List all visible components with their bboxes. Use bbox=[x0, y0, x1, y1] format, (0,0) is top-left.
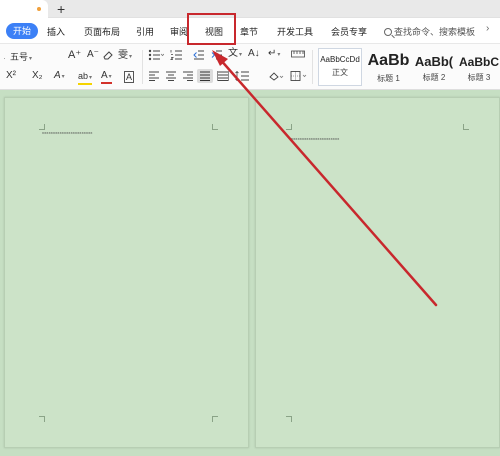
font-color-button[interactable]: A▾ bbox=[101, 71, 112, 84]
document-text[interactable]: xxxxxxxxxxxxxxxxxxxxxx bbox=[291, 136, 339, 141]
borders-icon bbox=[290, 71, 307, 81]
style-preview: AaBbC bbox=[458, 55, 499, 69]
highlight-button[interactable]: ab▾ bbox=[78, 71, 93, 85]
superscript-button[interactable]: X² bbox=[6, 71, 16, 81]
ribbon-separator bbox=[312, 50, 313, 84]
bullets-button[interactable] bbox=[148, 49, 165, 63]
clear-format-button[interactable] bbox=[102, 49, 114, 63]
corner-mark bbox=[286, 416, 292, 422]
style-name: 标题 3 bbox=[467, 73, 491, 82]
style-name: 标题 2 bbox=[422, 73, 446, 82]
highlight-label: ab bbox=[78, 71, 89, 81]
menu-references[interactable]: 引用 bbox=[136, 25, 154, 38]
wps-writer-window: + 开始 插入 页面布局 引用 审阅 视图 章节 开发工具 会员专享 查找命令、… bbox=[0, 0, 500, 456]
style-preview: AaBb bbox=[367, 52, 410, 69]
menu-member[interactable]: 会员专享 bbox=[331, 25, 367, 38]
subscript-button[interactable]: X₂ bbox=[32, 71, 43, 81]
chinese-layout-button[interactable]: 文▾ bbox=[228, 49, 242, 60]
shrink-font-button[interactable]: A⁻ bbox=[87, 50, 99, 60]
ribbon-separator bbox=[142, 50, 143, 84]
show-marks-button[interactable]: ↵▾ bbox=[268, 49, 280, 60]
show-marks-label: ↵ bbox=[268, 48, 277, 59]
new-tab-button[interactable]: + bbox=[57, 1, 65, 17]
align-center-button[interactable] bbox=[165, 71, 177, 83]
line-spacing-icon bbox=[235, 70, 249, 82]
menu-bar: 开始 插入 页面布局 引用 审阅 视图 章节 开发工具 会员专享 查找命令、搜索… bbox=[0, 18, 500, 44]
document-page-left[interactable]: xxxxxxxxxxxxxxxxxxxxxxx bbox=[4, 97, 249, 448]
phonetic-label: 雯 bbox=[118, 50, 128, 61]
eraser-icon bbox=[103, 51, 113, 60]
numbered-list-icon bbox=[170, 50, 182, 60]
unsaved-dot-icon bbox=[37, 7, 41, 11]
grow-font-button[interactable]: A⁺ bbox=[68, 50, 81, 61]
menu-developer-tools[interactable]: 开发工具 bbox=[277, 25, 313, 38]
align-right-button[interactable] bbox=[182, 71, 194, 83]
corner-mark bbox=[39, 416, 45, 422]
menu-more-button[interactable]: › bbox=[486, 23, 489, 34]
distribute-button[interactable] bbox=[217, 71, 229, 83]
ruler-icon bbox=[291, 50, 305, 58]
justify-button[interactable] bbox=[197, 69, 213, 83]
font-size-value: 五号 bbox=[10, 52, 29, 62]
document-text[interactable]: xxxxxxxxxxxxxxxxxxxxxxx bbox=[42, 130, 93, 135]
shading-icon bbox=[269, 72, 284, 81]
corner-mark bbox=[212, 416, 218, 422]
menu-page-layout[interactable]: 页面布局 bbox=[84, 25, 120, 38]
corner-mark bbox=[212, 124, 218, 130]
bullet-list-icon bbox=[148, 49, 165, 61]
menu-insert[interactable]: 插入 bbox=[47, 25, 65, 38]
phonetic-guide-button[interactable]: 雯▾ bbox=[118, 51, 132, 62]
menu-review[interactable]: 审阅 bbox=[170, 25, 188, 38]
align-center-icon bbox=[166, 71, 176, 81]
command-search[interactable]: 查找命令、搜索模板 bbox=[384, 25, 475, 38]
text-effect-button[interactable]: A▾ bbox=[54, 71, 65, 82]
style-normal[interactable]: AaBbCcDd 正文 bbox=[318, 48, 362, 86]
corner-mark bbox=[463, 124, 469, 130]
font-color-label: A bbox=[101, 70, 108, 81]
shading-button[interactable] bbox=[268, 71, 284, 83]
corner-mark bbox=[286, 124, 292, 130]
menu-start[interactable]: 开始 bbox=[6, 23, 38, 39]
outdent-button[interactable] bbox=[193, 49, 205, 63]
numbering-button[interactable] bbox=[170, 49, 186, 63]
chevron-down-icon: ▾ bbox=[29, 56, 33, 62]
indent-icon bbox=[211, 50, 222, 60]
distribute-icon bbox=[217, 71, 229, 81]
ruler-button[interactable] bbox=[291, 50, 305, 60]
search-icon bbox=[384, 28, 392, 36]
annotation-highlight-box bbox=[187, 13, 236, 45]
style-heading-1[interactable]: AaBb 标题 1 bbox=[366, 48, 411, 86]
align-left-button[interactable] bbox=[148, 71, 160, 83]
char-border-button[interactable]: A bbox=[124, 71, 135, 83]
style-preview: AaBb( bbox=[414, 54, 454, 69]
text-effect-label: A bbox=[54, 70, 61, 81]
justify-icon bbox=[200, 71, 210, 81]
align-left-icon bbox=[149, 71, 159, 81]
tab-strip: + bbox=[0, 0, 500, 18]
sort-button[interactable]: A↓ bbox=[248, 49, 260, 59]
search-placeholder: 查找命令、搜索模板 bbox=[394, 27, 476, 37]
line-spacing-button[interactable] bbox=[235, 70, 251, 83]
align-right-icon bbox=[183, 71, 193, 81]
document-tab[interactable] bbox=[0, 0, 48, 18]
chinese-layout-label: 文 bbox=[228, 48, 238, 59]
home-ribbon: · 五号▾ A⁺ A⁻ 雯▾ 文▾ A↓ ↵▾ X² X₂ A▾ ab▾ A▾ bbox=[0, 44, 500, 90]
style-name: 正文 bbox=[332, 68, 348, 77]
style-heading-2[interactable]: AaBb( 标题 2 bbox=[412, 48, 456, 86]
menu-chapter[interactable]: 章节 bbox=[240, 25, 258, 38]
style-heading-3[interactable]: AaBbC 标题 3 bbox=[458, 48, 500, 86]
outdent-icon bbox=[193, 50, 204, 60]
indent-button[interactable] bbox=[211, 49, 223, 63]
font-size-select[interactable]: 五号▾ bbox=[10, 52, 32, 64]
borders-button[interactable] bbox=[290, 71, 308, 83]
document-page-right[interactable]: xxxxxxxxxxxxxxxxxxxxxx bbox=[255, 97, 500, 448]
style-name: 标题 1 bbox=[377, 74, 400, 83]
style-preview: AaBbCcDd bbox=[320, 55, 360, 64]
